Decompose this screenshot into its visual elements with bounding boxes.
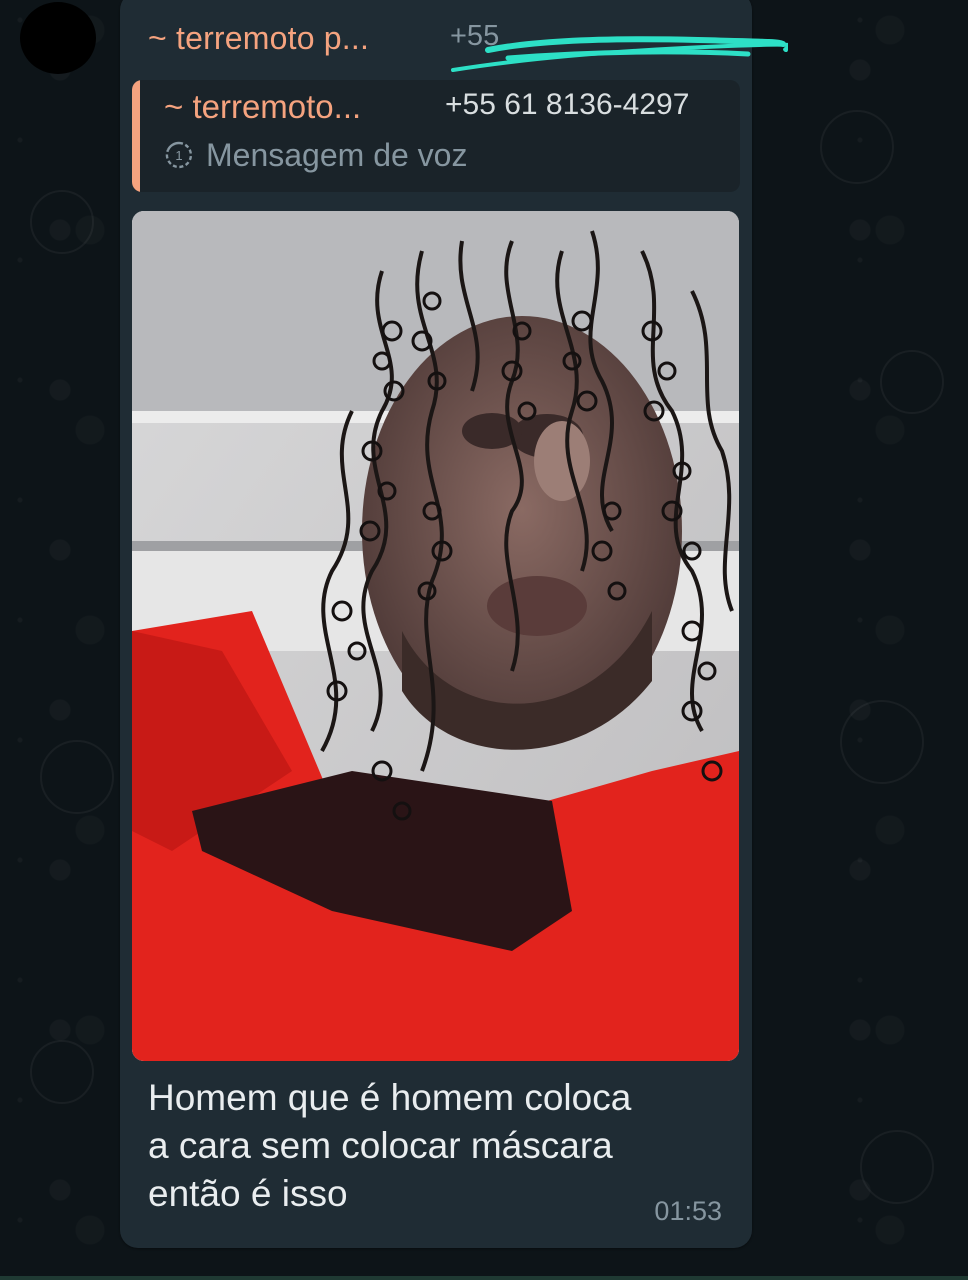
message-bubble[interactable]: ~ terremoto p... +55 ~ terremoto... +55 … xyxy=(120,0,788,1248)
message-timestamp: 01:53 xyxy=(654,1196,722,1226)
quoted-sender-name: ~ terremoto... xyxy=(164,88,362,125)
redaction-scribble xyxy=(451,36,788,72)
chat-wallpaper: ~ terremoto p... +55 ~ terremoto... +55 … xyxy=(0,0,968,1280)
view-once-1-icon: 1 xyxy=(165,141,193,169)
wallpaper-doodle xyxy=(840,700,924,784)
photo-attachment[interactable] xyxy=(132,211,739,1061)
quoted-sender-phone: +55 61 8136-4297 xyxy=(445,88,690,121)
caption-line: Homem que é homem coloca xyxy=(148,1077,632,1118)
sender-avatar[interactable] xyxy=(20,2,96,74)
wallpaper-doodle xyxy=(820,110,894,184)
bottom-divider xyxy=(0,1276,968,1280)
message-caption: Homem que é homem coloca a cara sem colo… xyxy=(148,1074,718,1218)
sender-header: ~ terremoto p... +55 xyxy=(148,16,788,72)
caption-line: então é isso xyxy=(148,1173,348,1214)
wallpaper-doodle xyxy=(40,740,114,814)
wallpaper-doodle xyxy=(860,1130,934,1204)
quoted-message[interactable]: ~ terremoto... +55 61 8136-4297 1 Mensag… xyxy=(132,80,740,192)
svg-text:1: 1 xyxy=(175,148,182,163)
caption-line: a cara sem colocar máscara xyxy=(148,1125,613,1166)
wallpaper-doodle xyxy=(30,1040,94,1104)
quoted-message-type: Mensagem de voz xyxy=(206,136,468,173)
photo-person-selfie xyxy=(132,211,739,1061)
quote-accent-bar xyxy=(132,80,140,192)
wallpaper-doodle xyxy=(880,350,944,414)
sender-name[interactable]: ~ terremoto p... xyxy=(148,20,369,57)
wallpaper-doodle xyxy=(30,190,94,254)
quoted-preview: 1 Mensagem de voz xyxy=(164,135,467,175)
